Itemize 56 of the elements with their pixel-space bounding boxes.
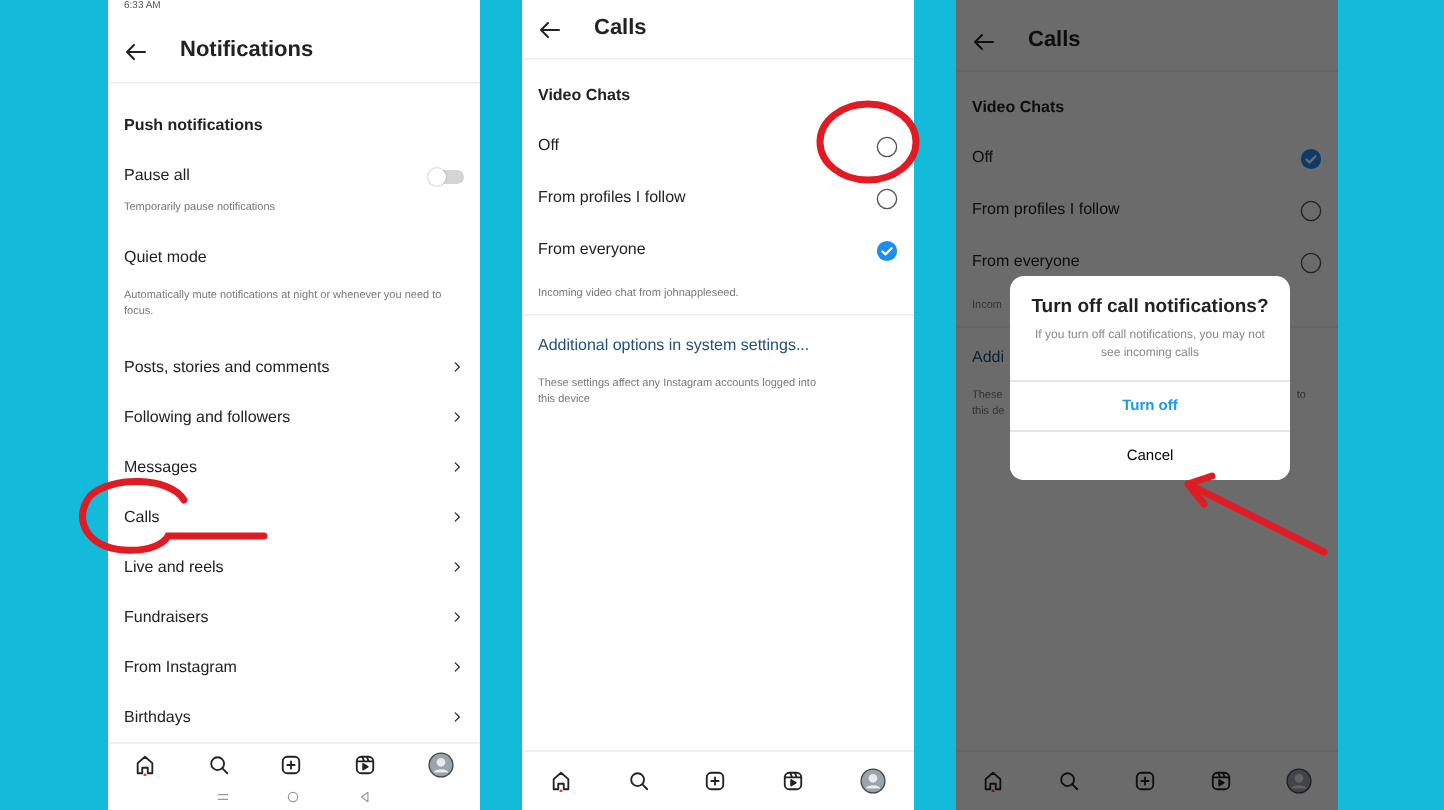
- radio-option[interactable]: From profiles I follow: [522, 172, 914, 224]
- chevron-icon: [450, 610, 464, 624]
- home-circle-icon[interactable]: [286, 790, 301, 804]
- chevron-icon: [450, 710, 464, 724]
- screen-title: Notifications: [180, 36, 314, 67]
- back-icon[interactable]: [124, 39, 148, 63]
- avatar-icon[interactable]: [860, 768, 887, 794]
- back-icon[interactable]: [538, 17, 562, 41]
- setting-label: Quiet mode: [124, 246, 207, 270]
- radio-option[interactable]: From everyone: [956, 236, 1338, 288]
- selected-radio-icon[interactable]: [876, 239, 898, 261]
- selected-radio-icon[interactable]: [1300, 147, 1322, 169]
- radio-option[interactable]: Off: [956, 132, 1338, 184]
- annotation-arrow: [1184, 472, 1328, 556]
- menu-item[interactable]: Calls: [108, 492, 480, 542]
- annotation-circle: [816, 100, 920, 184]
- menu-item[interactable]: Live and reels: [108, 542, 480, 592]
- section-title: Push notifications: [124, 114, 263, 138]
- menu-item[interactable]: Posts, stories and comments: [108, 342, 480, 392]
- settings-link[interactable]: Additional options in system settings...: [538, 334, 810, 358]
- home-icon[interactable]: [133, 753, 156, 775]
- radio-icon[interactable]: [876, 187, 898, 209]
- dialog-title: Turn off call notifications?: [1029, 294, 1271, 322]
- menu-item[interactable]: Messages: [108, 442, 480, 492]
- menu-icon[interactable]: [216, 790, 231, 804]
- section-title: Video Chats: [538, 84, 631, 108]
- radio-icon[interactable]: [1300, 199, 1322, 221]
- setting-label: Pause all: [124, 164, 190, 188]
- radio-option[interactable]: From profiles I follow: [956, 184, 1338, 236]
- radio-icon[interactable]: [1300, 251, 1322, 273]
- video-icon[interactable]: [782, 770, 805, 792]
- screen-title: Calls: [1028, 26, 1081, 57]
- search-icon[interactable]: [207, 753, 230, 775]
- toggle-off[interactable]: [428, 169, 464, 183]
- menu-item[interactable]: Following and followers: [108, 392, 480, 442]
- menu-item[interactable]: Fundraisers: [108, 592, 480, 642]
- radio-option[interactable]: Off: [522, 120, 914, 172]
- search-icon[interactable]: [627, 770, 650, 792]
- radio-option[interactable]: From everyone: [522, 224, 914, 276]
- avatar-icon[interactable]: [428, 751, 455, 777]
- back-triangle-icon[interactable]: [357, 790, 372, 804]
- plus-square-icon[interactable]: [280, 753, 303, 775]
- plus-square-icon[interactable]: [704, 770, 727, 792]
- chevron-icon: [450, 360, 464, 374]
- chevron-icon: [450, 510, 464, 524]
- menu-item[interactable]: Birthdays: [108, 692, 480, 742]
- radio-icon[interactable]: [876, 135, 898, 157]
- chevron-icon: [450, 560, 464, 574]
- video-icon[interactable]: [354, 753, 377, 775]
- menu-item[interactable]: From Instagram: [108, 642, 480, 692]
- home-icon[interactable]: [549, 770, 572, 792]
- chevron-icon: [450, 460, 464, 474]
- screen-title: Calls: [594, 14, 647, 45]
- chevron-icon: [450, 410, 464, 424]
- chevron-icon: [450, 660, 464, 674]
- section-title: Video Chats: [972, 96, 1065, 120]
